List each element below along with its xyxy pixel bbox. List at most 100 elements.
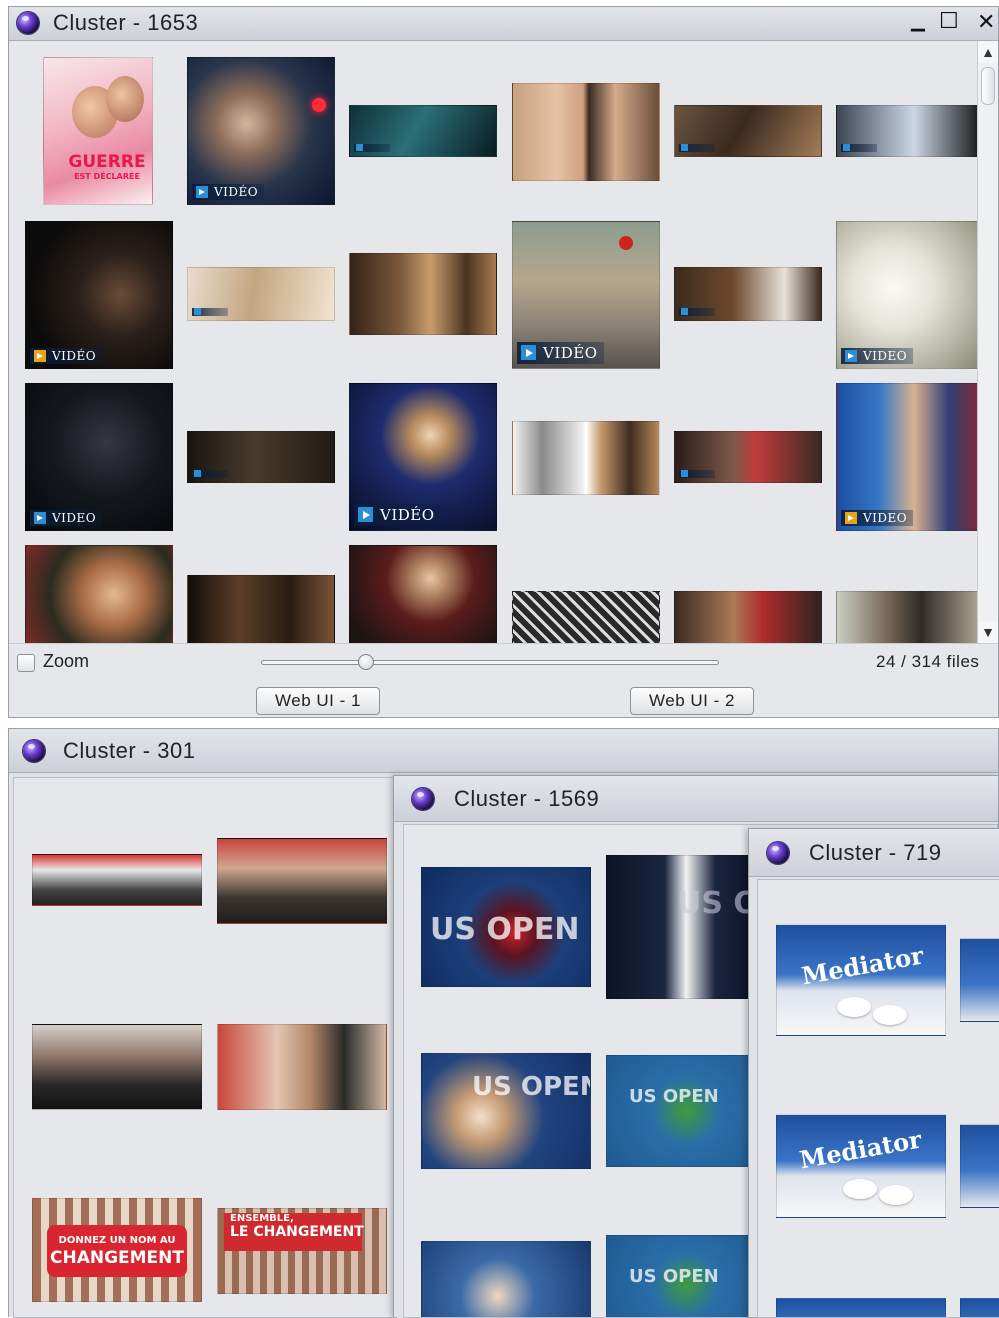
video-badge	[841, 144, 877, 152]
poster-title: GUERRE EST DÉCLARÉE	[68, 152, 146, 181]
thumbnail-medicine[interactable]	[776, 1298, 946, 1317]
control-bar: Zoom 24 / 314 files Web UI - 1 Web UI - …	[9, 643, 998, 717]
close-icon[interactable]: ✕	[977, 9, 995, 35]
thumbnail-photo[interactable]	[217, 838, 387, 924]
campaign-banner: DONNEZ UN NOM AU CHANGEMENT	[47, 1225, 187, 1277]
poster-face	[106, 76, 144, 122]
thumbnail-photo[interactable]	[836, 591, 977, 643]
thumbnail-grid: Mediator Mediator	[757, 879, 999, 1318]
thumbnail-video[interactable]	[674, 431, 822, 483]
titlebar[interactable]: Cluster - 1653 ▁ ☐ ✕	[9, 7, 998, 41]
thumbnail-video[interactable]: VIDÉO	[512, 221, 660, 369]
usopen-text: US OPEN	[629, 1266, 719, 1287]
thumbnail-video[interactable]	[674, 267, 822, 321]
thumbnail-photo[interactable]	[349, 253, 497, 335]
thumbnail-tennis[interactable]: US OPEN	[606, 1235, 752, 1317]
thumbnail-photo[interactable]	[32, 854, 202, 906]
usopen-text: US OPEN	[629, 1086, 719, 1107]
thumbnail-photo[interactable]	[25, 545, 173, 643]
video-badge	[679, 470, 715, 478]
web-ui-2-button[interactable]: Web UI - 2	[630, 687, 754, 715]
app-icon	[412, 788, 434, 810]
scroll-up-button[interactable]: ▲	[978, 41, 998, 63]
video-badge: VIDÉO	[192, 184, 265, 200]
thumbnail-video[interactable]: VIDÉO	[25, 221, 173, 369]
thumbnail-tennis[interactable]	[421, 1241, 591, 1317]
thumbnail-video[interactable]	[187, 431, 335, 483]
window-title: Cluster - 719	[809, 840, 942, 865]
vertical-scrollbar[interactable]: ▲ ▼	[977, 41, 998, 643]
video-badge	[192, 470, 228, 478]
titlebar[interactable]: Cluster - 301	[9, 729, 998, 773]
thumbnail-campaign-poster[interactable]: DONNEZ UN NOM AU CHANGEMENT	[32, 1198, 202, 1302]
app-icon	[23, 740, 45, 762]
titlebar[interactable]: Cluster - 1569	[394, 776, 998, 822]
window-title: Cluster - 1569	[454, 786, 600, 811]
thumbnail-video[interactable]: VIDÉO	[349, 383, 497, 531]
thumbnail-photo[interactable]	[217, 1024, 387, 1110]
thumbnail-video[interactable]: VIDEO	[25, 383, 173, 531]
video-badge	[354, 144, 390, 152]
thumbnail-video[interactable]	[349, 105, 497, 157]
maximize-icon[interactable]: ☐	[939, 8, 959, 34]
thumbnail-tennis[interactable]: US OPEN	[421, 1053, 591, 1169]
thumbnail-medicine[interactable]	[960, 1124, 999, 1208]
minimize-icon[interactable]: ▁	[911, 11, 925, 32]
thumbnail-photo[interactable]	[674, 591, 822, 643]
thumbnail-photo[interactable]	[349, 545, 497, 643]
thumbnail-photo[interactable]	[32, 1024, 202, 1110]
thumbnail-medicine[interactable]: Mediator	[776, 1114, 946, 1218]
thumbnail-medicine[interactable]	[960, 1298, 999, 1317]
thumbnail-medicine[interactable]: Mediator	[776, 924, 946, 1036]
video-badge: VIDEO	[841, 348, 914, 364]
video-badge: VIDÉO	[30, 348, 103, 364]
video-badge: VIDEO	[841, 510, 914, 526]
video-badge	[192, 308, 228, 316]
thumbnail-medicine[interactable]	[960, 938, 999, 1022]
pill	[837, 997, 871, 1017]
thumbnail-photo[interactable]	[512, 83, 660, 181]
thumbnail-photo[interactable]	[512, 421, 660, 495]
file-count: 24 / 314 files	[876, 652, 980, 671]
window-title: Cluster - 1653	[53, 10, 199, 35]
zoom-checkbox[interactable]	[17, 654, 35, 672]
brand-text: Mediator	[799, 940, 926, 991]
thumbnail-campaign-poster[interactable]: ENSEMBLE, LE CHANGEMENT	[217, 1208, 387, 1294]
thumbnail-movie-poster[interactable]: GUERRE EST DÉCLARÉE	[43, 57, 153, 205]
window-cluster-1653: Cluster - 1653 ▁ ☐ ✕ GUERRE EST DÉCLARÉE…	[8, 6, 999, 718]
usopen-text: US OPEN	[430, 912, 580, 947]
titlebar[interactable]: Cluster - 719	[749, 829, 999, 877]
video-badge: VIDÉO	[517, 342, 604, 364]
video-badge	[679, 144, 715, 152]
app-icon	[767, 842, 789, 864]
window-cluster-719: Cluster - 719 Mediator Mediator	[748, 828, 999, 1318]
thumbnail-tennis[interactable]: US OPEN	[606, 1055, 752, 1167]
thumbnail-video[interactable]	[674, 105, 822, 157]
thumbnail-video[interactable]: VIDEO	[836, 221, 977, 369]
zoom-label: Zoom	[43, 651, 90, 671]
app-icon	[17, 12, 39, 34]
thumbnail-tennis[interactable]: US OPEN	[421, 867, 591, 987]
web-ui-1-button[interactable]: Web UI - 1	[256, 687, 380, 715]
thumbnail-grid: GUERRE EST DÉCLARÉE VIDÉO VIDÉO VIDÉO VI…	[10, 41, 977, 643]
thumbnail-video[interactable]	[187, 267, 335, 321]
video-badge: VIDEO	[30, 510, 103, 526]
video-badge: VIDÉO	[354, 504, 441, 526]
campaign-slogan: ENSEMBLE, LE CHANGEMENT	[224, 1213, 364, 1251]
thumbnail-video[interactable]: VIDÉO	[187, 57, 335, 205]
scroll-thumb[interactable]	[981, 67, 995, 105]
scroll-down-button[interactable]: ▼	[978, 621, 998, 643]
slider-track	[261, 660, 719, 665]
slider-knob[interactable]	[358, 654, 375, 670]
thumbnail-video[interactable]	[836, 105, 977, 157]
zoom-slider[interactable]	[261, 654, 719, 670]
stop-sign	[619, 236, 633, 250]
window-title: Cluster - 301	[63, 738, 196, 763]
thumbnail-photo[interactable]	[187, 575, 335, 643]
thumbnail-video[interactable]: VIDEO	[836, 383, 977, 531]
pill	[873, 1005, 907, 1025]
usopen-text: US OPEN	[472, 1072, 591, 1102]
pill	[843, 1179, 877, 1199]
thumbnail-tennis[interactable]: US OPEN	[606, 855, 752, 999]
thumbnail-photo[interactable]	[512, 591, 660, 643]
